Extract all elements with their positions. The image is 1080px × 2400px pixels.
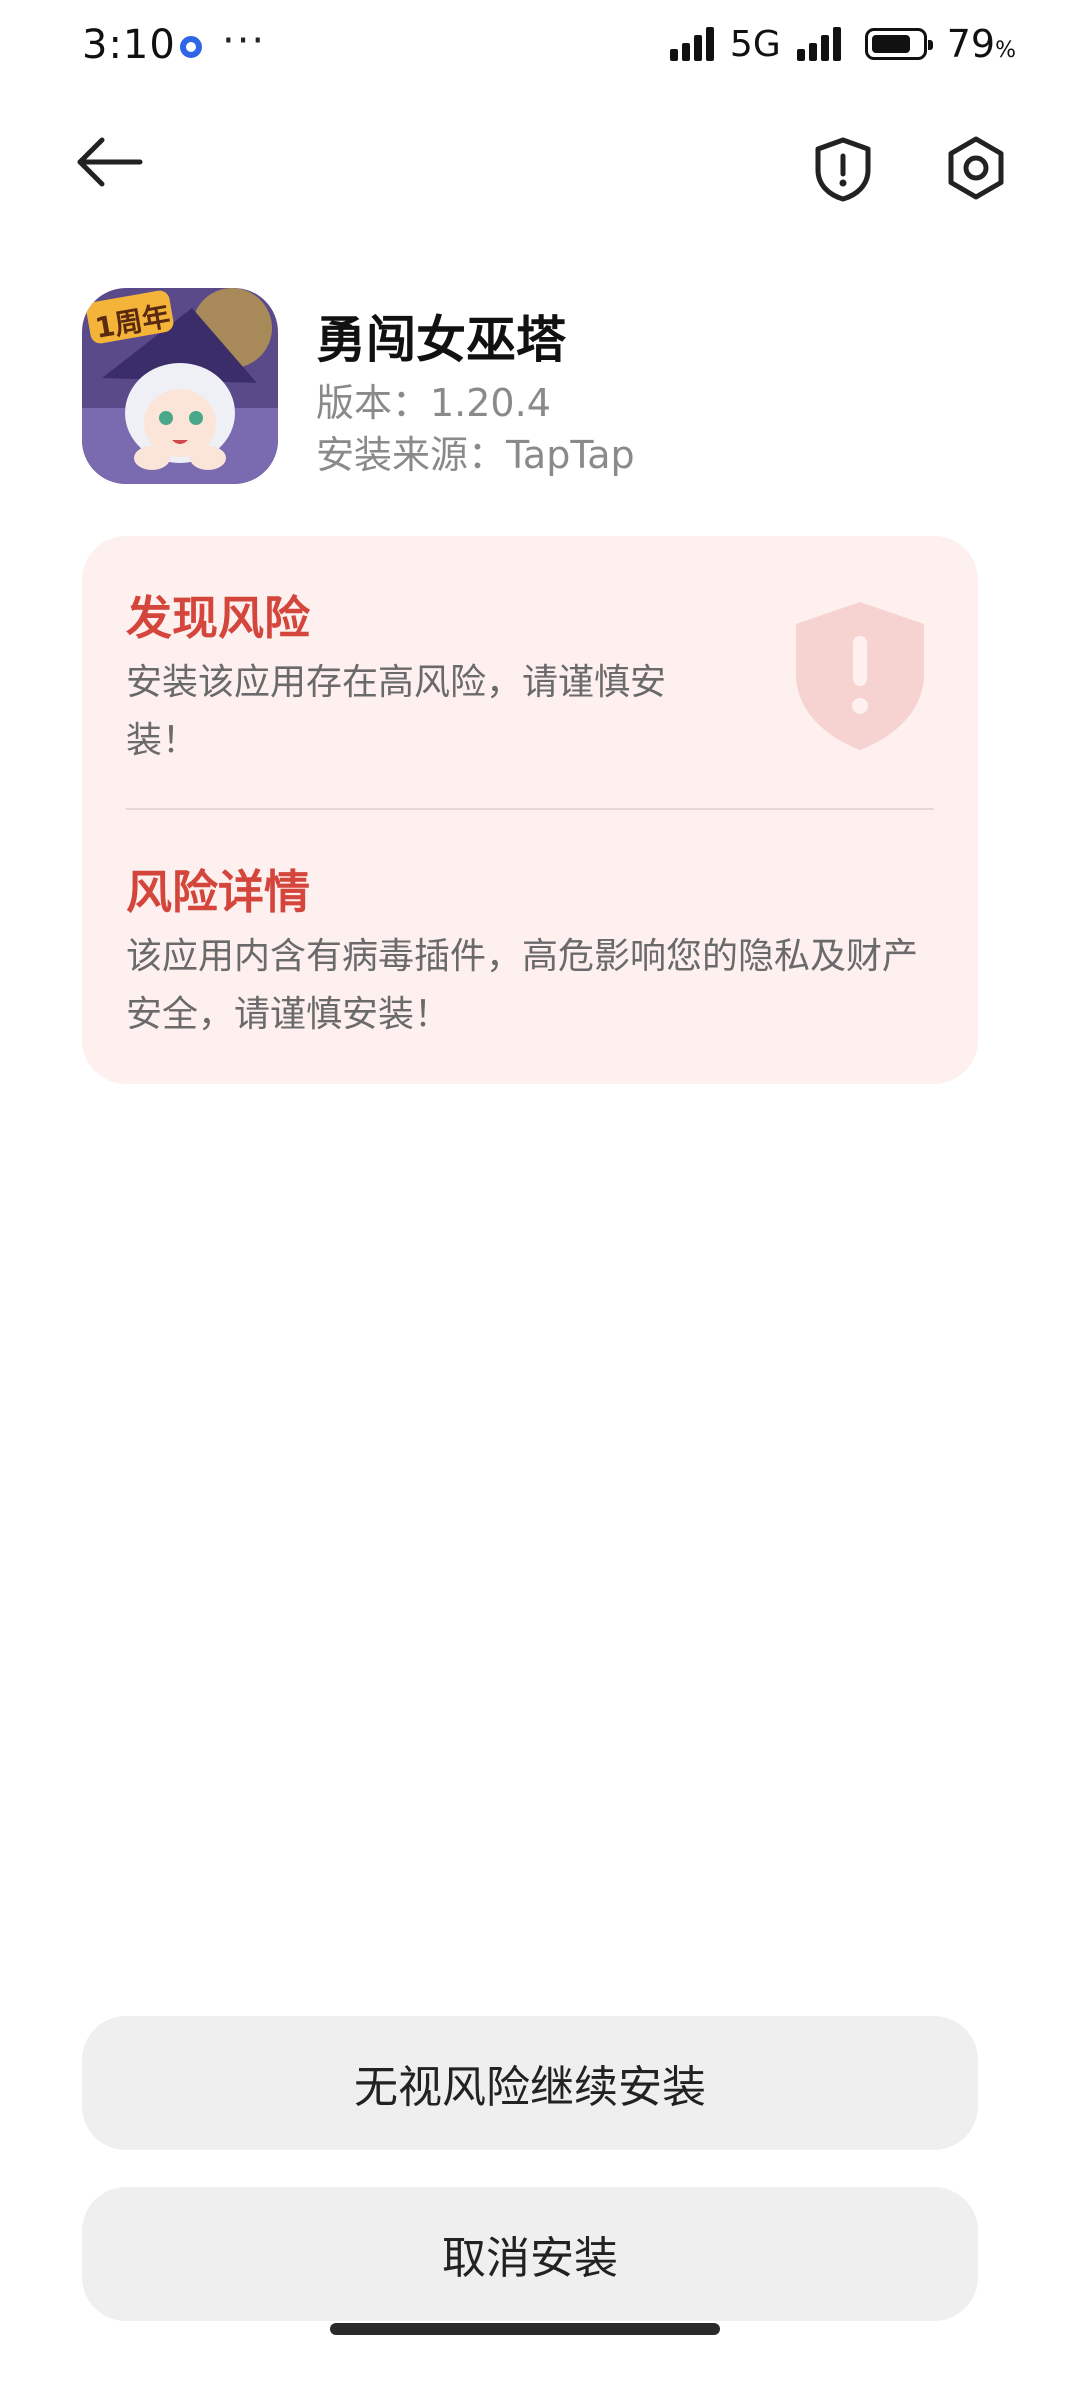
signal-strength-icon (669, 27, 714, 61)
app-version: 版本：1.20.4 (316, 381, 551, 425)
shield-alert-icon (815, 137, 871, 202)
app-icon: 1周年 (82, 288, 278, 484)
risk-title: 发现风险 (126, 591, 310, 645)
security-button[interactable] (812, 136, 874, 202)
more-notifications-icon: ··· (222, 18, 267, 64)
app-name: 勇闯女巫塔 (316, 311, 566, 369)
shield-warning-icon (796, 602, 924, 750)
app-icon-artwork: 1周年 (82, 288, 278, 484)
status-time: 3:10 (82, 22, 176, 68)
network-type: 5G (729, 23, 781, 65)
signal-strength-icon-2 (796, 27, 841, 61)
gear-icon (948, 136, 1004, 200)
home-indicator[interactable] (330, 2323, 720, 2335)
status-indicators: 5G 79% (669, 22, 1016, 66)
risk-text: 安装该应用存在高风险，请谨慎安装！ (126, 662, 667, 761)
cancel-install-button[interactable]: 取消安装 (82, 2187, 978, 2321)
battery-percentage: 79% (946, 22, 1016, 66)
risk-details-text: 该应用内含有病毒插件，高危影响您的隐私及财产安全，请谨慎安装！ (126, 936, 919, 1035)
battery-icon (864, 28, 933, 60)
install-source: 安装来源：TapTap (316, 433, 635, 477)
settings-button[interactable] (942, 134, 1010, 202)
divider (126, 808, 934, 810)
battery-fill (871, 35, 910, 53)
continue-install-button[interactable]: 无视风险继续安装 (82, 2016, 978, 2150)
risk-details-title: 风险详情 (126, 865, 310, 919)
notification-dot-icon (180, 36, 202, 58)
risk-card: 发现风险 安装该应用存在高风险，请谨慎安装！ 风险详情 该应用内含有病毒插件，高… (82, 536, 978, 1084)
arrow-left-icon (77, 137, 143, 187)
back-button[interactable] (72, 132, 148, 192)
